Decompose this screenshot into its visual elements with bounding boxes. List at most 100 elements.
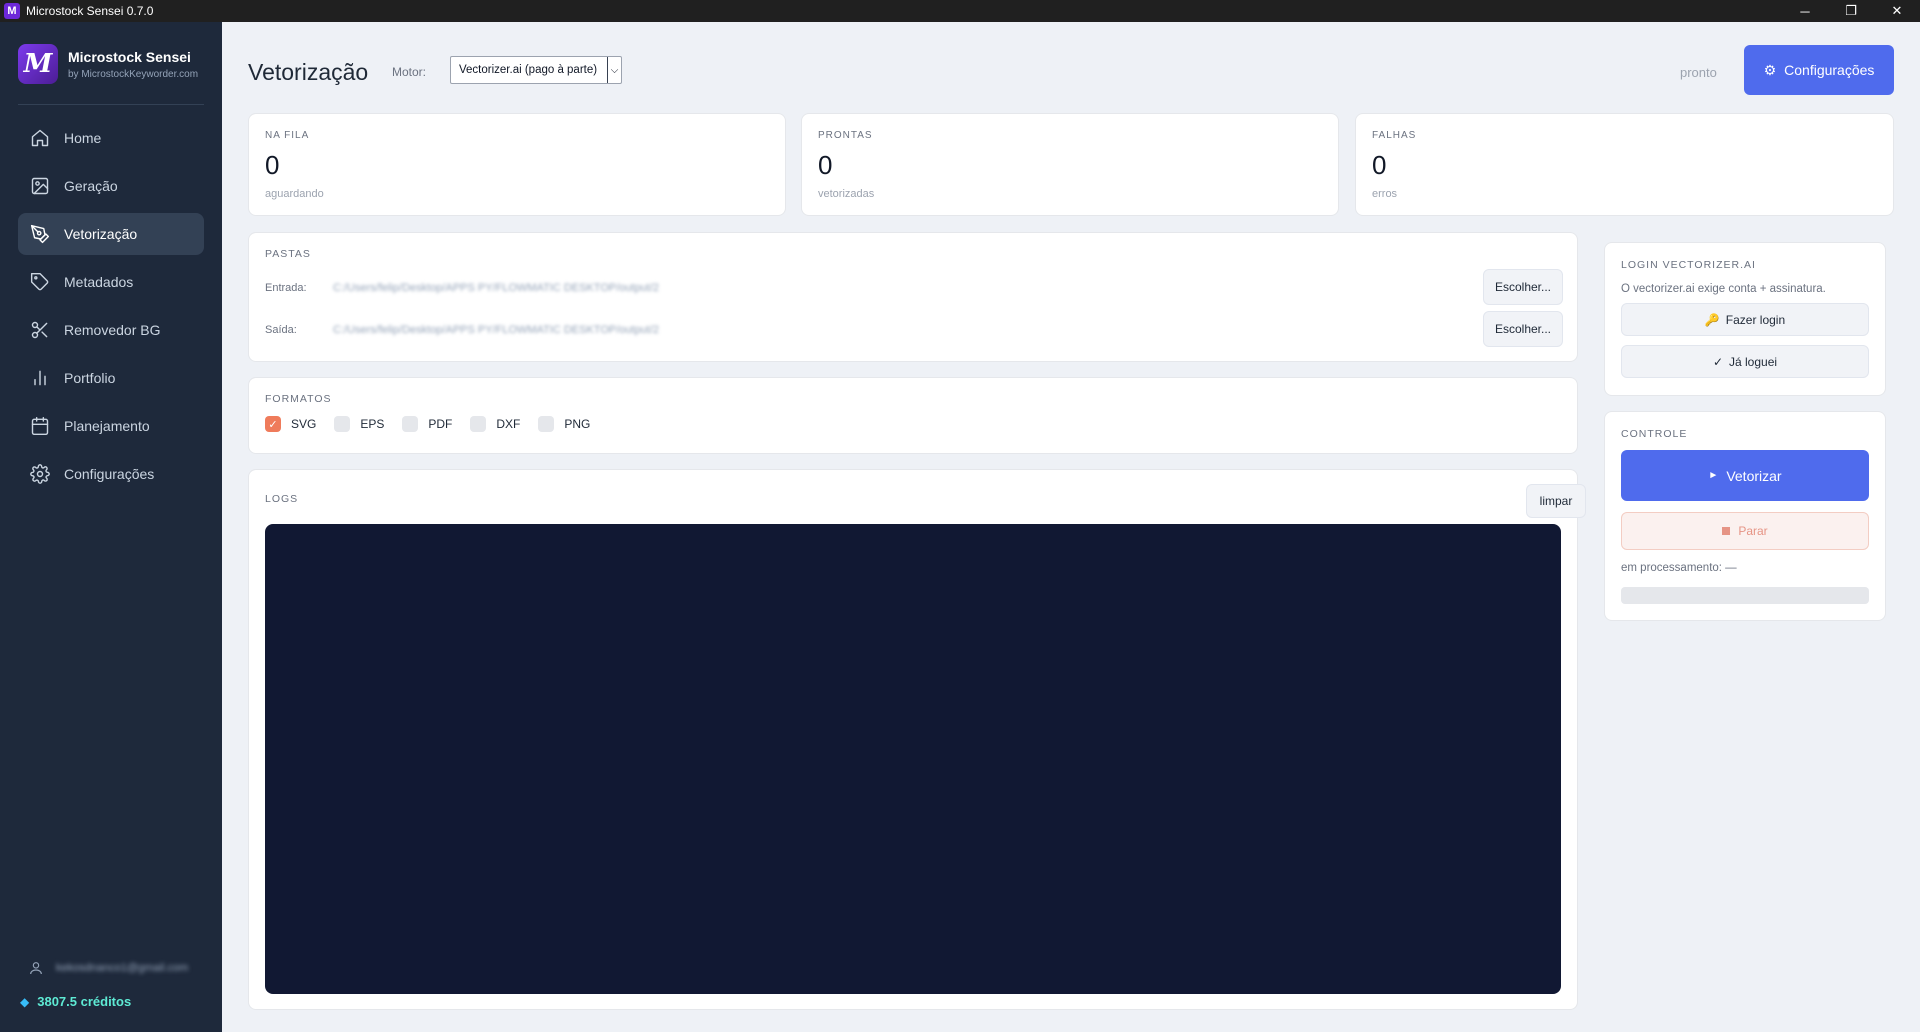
- format-dxf[interactable]: DXF: [470, 416, 520, 432]
- checkbox-icon[interactable]: [334, 416, 351, 432]
- format-svg[interactable]: ✓ SVG: [265, 416, 316, 432]
- login-description: O vectorizer.ai exige conta + assinatura…: [1621, 283, 1826, 295]
- stat-value: 0: [818, 150, 833, 180]
- stop-button[interactable]: Parar: [1621, 512, 1869, 550]
- motor-select-value: Vectorizer.ai (pago à parte): [459, 64, 598, 76]
- brand-subtitle: by MicrostockKeyworder.com: [68, 68, 199, 80]
- stat-card-ready: PRONTAS 0 vetorizadas: [801, 113, 1339, 216]
- format-label: DXF: [496, 417, 521, 431]
- pen-tool-icon: [30, 224, 50, 244]
- login-button[interactable]: 🔑 Fazer login: [1621, 303, 1869, 336]
- clear-logs-button[interactable]: limpar: [1526, 484, 1586, 518]
- checkbox-icon[interactable]: [538, 416, 555, 432]
- login-section-label: LOGIN VECTORIZER.AI: [1621, 259, 1756, 271]
- sidebar-item-portfolio[interactable]: Portfolio: [18, 357, 204, 399]
- key-icon: 🔑: [1704, 312, 1720, 327]
- stop-icon: [1722, 527, 1731, 535]
- settings-button[interactable]: ⚙ Configurações: [1744, 45, 1894, 95]
- chevron-down-icon: ⌵: [607, 57, 621, 83]
- stat-label: NA FILA: [265, 130, 310, 141]
- sidebar-item-label: Configurações: [64, 466, 155, 482]
- motor-select[interactable]: Vectorizer.ai (pago à parte) ⌵: [450, 56, 622, 84]
- stat-sub: aguardando: [265, 188, 324, 200]
- vectorize-button[interactable]: ► Vetorizar: [1621, 450, 1869, 501]
- close-button[interactable]: ✕: [1874, 0, 1920, 22]
- sidebar-item-removedor-bg[interactable]: Removedor BG: [18, 309, 204, 351]
- logs-section-label: LOGS: [265, 493, 299, 505]
- brand-logo: M: [18, 44, 58, 84]
- login-button-label: Fazer login: [1725, 312, 1786, 327]
- logs-panel: LOGS limpar: [248, 469, 1586, 1010]
- main-content: Vetorização Motor: Vectorizer.ai (pago à…: [222, 22, 1920, 1032]
- sidebar-item-label: Home: [64, 130, 102, 146]
- input-folder-path: C:/Users/felip/Desktop/APPS PY/FLOWMATIC…: [333, 282, 660, 294]
- sidebar-item-metadados[interactable]: Metadados: [18, 261, 204, 303]
- sidebar-item-configuracoes[interactable]: Configurações: [18, 453, 204, 495]
- diamond-icon: ◆: [20, 994, 30, 1009]
- sidebar-nav: Home Geração Vetorização Metadados Remov…: [18, 117, 204, 501]
- user-email: kekosdnanco1@gmail.com: [56, 962, 189, 974]
- format-label: EPS: [360, 417, 385, 431]
- credits-display: ◆ 3807.5 créditos: [20, 994, 131, 1009]
- gear-icon: ⚙: [1763, 61, 1777, 78]
- gear-icon: [30, 464, 50, 484]
- sidebar-item-label: Metadados: [64, 274, 134, 290]
- stat-card-failed: FALHAS 0 erros: [1355, 113, 1894, 216]
- bar-chart-icon: [34, 370, 46, 386]
- sidebar-item-geracao[interactable]: Geração: [18, 165, 204, 207]
- settings-button-label: Configurações: [1784, 62, 1875, 78]
- brand-name: Microstock Sensei: [68, 48, 191, 65]
- user-icon: [30, 962, 42, 975]
- window-titlebar: M Microstock Sensei 0.7.0 ─ ❐ ✕: [0, 0, 1920, 22]
- calendar-icon: [31, 416, 49, 436]
- sidebar-item-label: Planejamento: [64, 418, 150, 434]
- sidebar-divider: [18, 104, 204, 105]
- output-folder-label: Saída:: [265, 324, 297, 336]
- brand: M Microstock Sensei by MicrostockKeyword…: [18, 44, 198, 84]
- format-label: SVG: [291, 417, 317, 431]
- sidebar-item-home[interactable]: Home: [18, 117, 204, 159]
- scissors-icon: [31, 321, 48, 339]
- progress-bar: [1621, 587, 1869, 604]
- choose-input-button[interactable]: Escolher...: [1483, 269, 1563, 305]
- stat-label: FALHAS: [1372, 130, 1417, 141]
- format-png[interactable]: PNG: [538, 416, 590, 432]
- input-folder-label: Entrada:: [265, 282, 307, 294]
- sidebar-item-label: Portfolio: [64, 370, 116, 386]
- sidebar-item-label: Geração: [64, 178, 118, 194]
- maximize-button[interactable]: ❐: [1828, 0, 1874, 22]
- check-icon: ✓: [1712, 354, 1723, 369]
- folders-section-label: PASTAS: [265, 248, 311, 260]
- already-logged-button[interactable]: ✓ Já loguei: [1621, 345, 1869, 378]
- page-title: Vetorização: [248, 59, 369, 85]
- stat-sub: vetorizadas: [818, 188, 875, 200]
- format-label: PNG: [564, 417, 591, 431]
- formats-section-label: FORMATOS: [265, 393, 332, 405]
- formats-panel: FORMATOS ✓ SVG EPS PDF DXF PNG: [248, 377, 1578, 454]
- minimize-button[interactable]: ─: [1782, 0, 1828, 22]
- checkbox-icon[interactable]: [402, 416, 419, 432]
- choose-output-button[interactable]: Escolher...: [1483, 311, 1563, 347]
- sidebar-item-vetorizacao[interactable]: Vetorização: [18, 213, 204, 255]
- user-account[interactable]: kekosdnanco1@gmail.com: [28, 960, 188, 976]
- logs-output[interactable]: [265, 524, 1561, 994]
- format-pdf[interactable]: PDF: [402, 416, 452, 432]
- control-panel: CONTROLE ► Vetorizar Parar em processame…: [1604, 411, 1886, 621]
- status-text: pronto: [1680, 65, 1717, 80]
- sidebar-item-label: Vetorização: [64, 226, 138, 242]
- formats-list: ✓ SVG EPS PDF DXF PNG: [265, 416, 608, 432]
- checkbox-icon[interactable]: [470, 416, 487, 432]
- login-panel: LOGIN VECTORIZER.AI O vectorizer.ai exig…: [1604, 242, 1886, 396]
- stat-card-queue: NA FILA 0 aguardando: [248, 113, 786, 216]
- image-icon: [31, 177, 49, 195]
- sidebar-item-planejamento[interactable]: Planejamento: [18, 405, 204, 447]
- window-title: Microstock Sensei 0.7.0: [26, 4, 154, 18]
- motor-label: Motor:: [392, 65, 427, 79]
- sidebar-item-label: Removedor BG: [64, 322, 161, 338]
- folders-panel: PASTAS Entrada: C:/Users/felip/Desktop/A…: [248, 232, 1578, 362]
- stop-button-label: Parar: [1738, 524, 1768, 538]
- home-icon: [31, 129, 49, 147]
- format-eps[interactable]: EPS: [334, 416, 384, 432]
- stat-value: 0: [265, 150, 280, 180]
- checkbox-checked-icon[interactable]: ✓: [265, 416, 281, 432]
